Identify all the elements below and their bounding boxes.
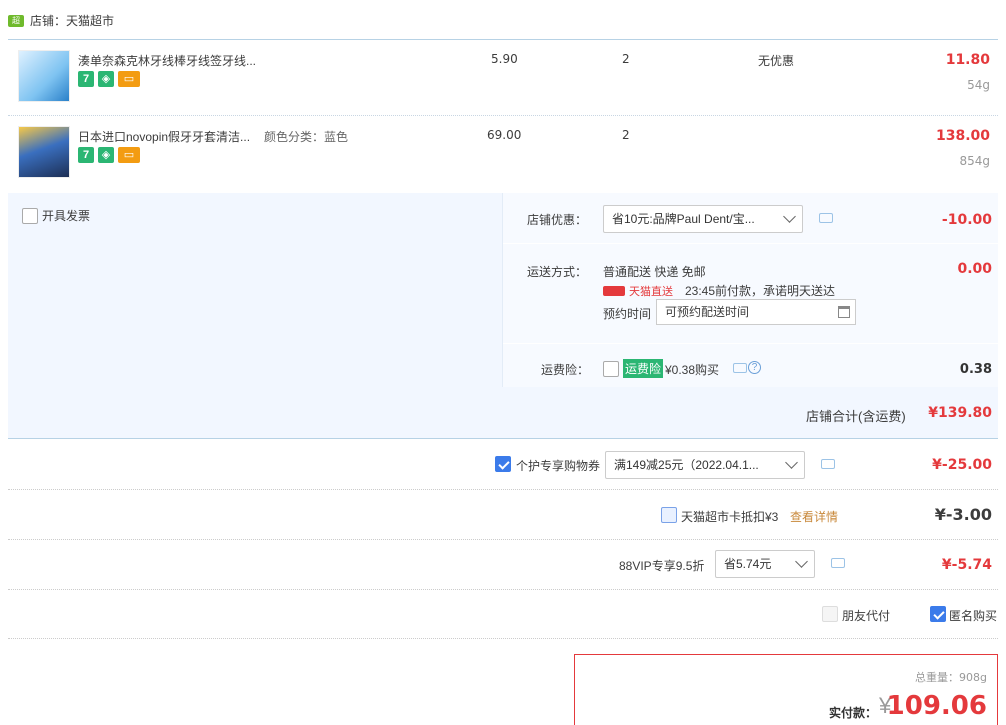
quantity: 2 <box>622 52 630 66</box>
vip-label: 88VIP专享9.5折 <box>619 559 705 573</box>
product-thumbnail[interactable] <box>18 126 70 178</box>
message-icon[interactable] <box>831 558 845 568</box>
shop-coupon-amount: -10.00 <box>941 212 992 228</box>
invoice-checkbox[interactable] <box>22 207 38 224</box>
product-thumbnail[interactable] <box>18 50 70 102</box>
coupon-label: 个护专享购物券 <box>516 459 601 473</box>
shop-coupon-label: 店铺优惠： <box>527 213 588 227</box>
coupon-amount: ¥-25.00 <box>932 457 992 473</box>
shop-name: 店铺：天猫超市 <box>30 14 115 28</box>
total-weight: 总重量：908g <box>915 669 987 685</box>
weight: 54g <box>967 78 990 92</box>
vip-select[interactable]: 省5.74元 <box>715 550 815 578</box>
anonymous-checkbox[interactable] <box>930 606 946 622</box>
chevron-down-icon <box>783 210 796 223</box>
message-icon[interactable] <box>821 459 835 469</box>
shipping-amount: 0.00 <box>957 261 992 277</box>
calendar-icon[interactable] <box>838 306 850 318</box>
card-pay-icon: ▭ <box>118 71 140 87</box>
schedule-label: 预约时间 <box>603 307 652 321</box>
product-title[interactable]: 湊单奈森克林牙线棒牙线签牙线... <box>78 52 256 69</box>
product-badges: 7 ◈ ▭ <box>78 147 140 163</box>
list-item: 湊单奈森克林牙线棒牙线签牙线... 7 ◈ ▭ 5.90 2 无优惠 11.80… <box>8 40 998 116</box>
guarantee-icon: ◈ <box>98 71 114 87</box>
seven-day-return-icon: 7 <box>78 71 94 87</box>
subtotal: 138.00 <box>935 128 990 144</box>
chevron-down-icon <box>785 456 798 469</box>
card-label: 天猫超市卡抵扣¥3 <box>681 510 779 524</box>
discount-info: 无优惠 <box>758 54 795 68</box>
tmall-direct-label: 天猫直送 <box>629 286 673 298</box>
tmall-cat-icon <box>603 286 625 296</box>
schedule-input[interactable]: 可预约配送时间 <box>656 299 856 325</box>
shipping-label: 运送方式： <box>527 265 588 279</box>
shop-coupon-value: 省10元:品牌Paul Dent/宝... <box>612 212 755 226</box>
seven-day-return-icon: 7 <box>78 147 94 163</box>
divider <box>503 243 999 244</box>
divider <box>8 589 998 590</box>
order-total-box: 总重量：908g 实付款： ¥ 109.06 <box>574 654 998 725</box>
pay-label: 实付款： <box>829 706 878 720</box>
quantity: 2 <box>622 128 630 142</box>
subtotal: 11.80 <box>945 52 990 68</box>
help-icon[interactable]: ? <box>748 361 761 374</box>
coupon-checkbox[interactable] <box>495 456 511 472</box>
insurance-price: ¥0.38购买 <box>665 363 720 377</box>
order-options-panel: 开具发票 店铺优惠： 省10元:品牌Paul Dent/宝... -10.00 … <box>8 193 999 439</box>
invoice-label: 开具发票 <box>42 209 91 223</box>
invoice-option[interactable]: 开具发票 <box>22 207 90 224</box>
insurance-amount: 0.38 <box>959 362 992 377</box>
friend-pay-label: 朋友代付 <box>842 609 891 623</box>
card-pay-icon: ▭ <box>118 147 140 163</box>
insurance-tag: 运费险 <box>623 359 664 378</box>
card-checkbox[interactable] <box>661 507 677 523</box>
tmall-direct-tag: 天猫直送 <box>603 283 673 299</box>
pay-amount: 109.06 <box>886 691 987 721</box>
message-icon[interactable] <box>819 213 833 223</box>
shop-coupon-select[interactable]: 省10元:品牌Paul Dent/宝... <box>603 205 803 233</box>
shop-options: 店铺优惠： 省10元:品牌Paul Dent/宝... -10.00 运送方式：… <box>502 193 999 387</box>
product-badges: 7 ◈ ▭ <box>78 71 140 87</box>
tmall-shop-icon: 超 <box>8 14 24 27</box>
guarantee-icon: ◈ <box>98 147 114 163</box>
unit-price: 69.00 <box>487 128 522 142</box>
card-amount: ¥-3.00 <box>934 505 992 524</box>
coupon-select[interactable]: 满149减25元（2022.04.1... <box>605 451 805 479</box>
weight: 854g <box>959 154 990 168</box>
message-icon[interactable] <box>733 363 747 373</box>
insurance-checkbox[interactable] <box>603 361 619 377</box>
card-details-link[interactable]: 查看详情 <box>790 508 838 525</box>
insurance-label: 运费险： <box>541 363 590 377</box>
shop-total-label: 店铺合计(含运费) <box>806 409 906 424</box>
friend-pay-checkbox[interactable] <box>822 606 838 622</box>
product-sku: 颜色分类：蓝色 <box>264 130 349 144</box>
shop-header: 超 店铺：天猫超市 <box>8 12 114 29</box>
coupon-value: 满149减25元（2022.04.1... <box>614 458 759 472</box>
unit-price: 5.90 <box>491 52 518 66</box>
delivery-promise: 23:45前付款，承诺明天送达 <box>685 284 836 298</box>
total-weight-label: 总重量： <box>915 672 960 684</box>
vip-value: 省5.74元 <box>724 557 772 571</box>
divider <box>8 539 998 540</box>
product-title[interactable]: 日本进口novopin假牙牙套清洁... <box>78 128 250 145</box>
divider <box>8 638 998 639</box>
anonymous-label: 匿名购买 <box>949 609 998 623</box>
divider <box>8 489 998 490</box>
total-weight-value: 908g <box>959 671 987 684</box>
list-item: 日本进口novopin假牙牙套清洁... 颜色分类：蓝色 7 ◈ ▭ 69.00… <box>8 116 998 192</box>
schedule-placeholder: 可预约配送时间 <box>665 305 750 319</box>
shipping-method: 普通配送 快递 免邮 <box>603 265 706 279</box>
chevron-down-icon <box>795 555 808 568</box>
vip-amount: ¥-5.74 <box>941 557 992 573</box>
shop-total-amount: ¥139.80 <box>928 405 992 421</box>
divider <box>503 343 999 344</box>
